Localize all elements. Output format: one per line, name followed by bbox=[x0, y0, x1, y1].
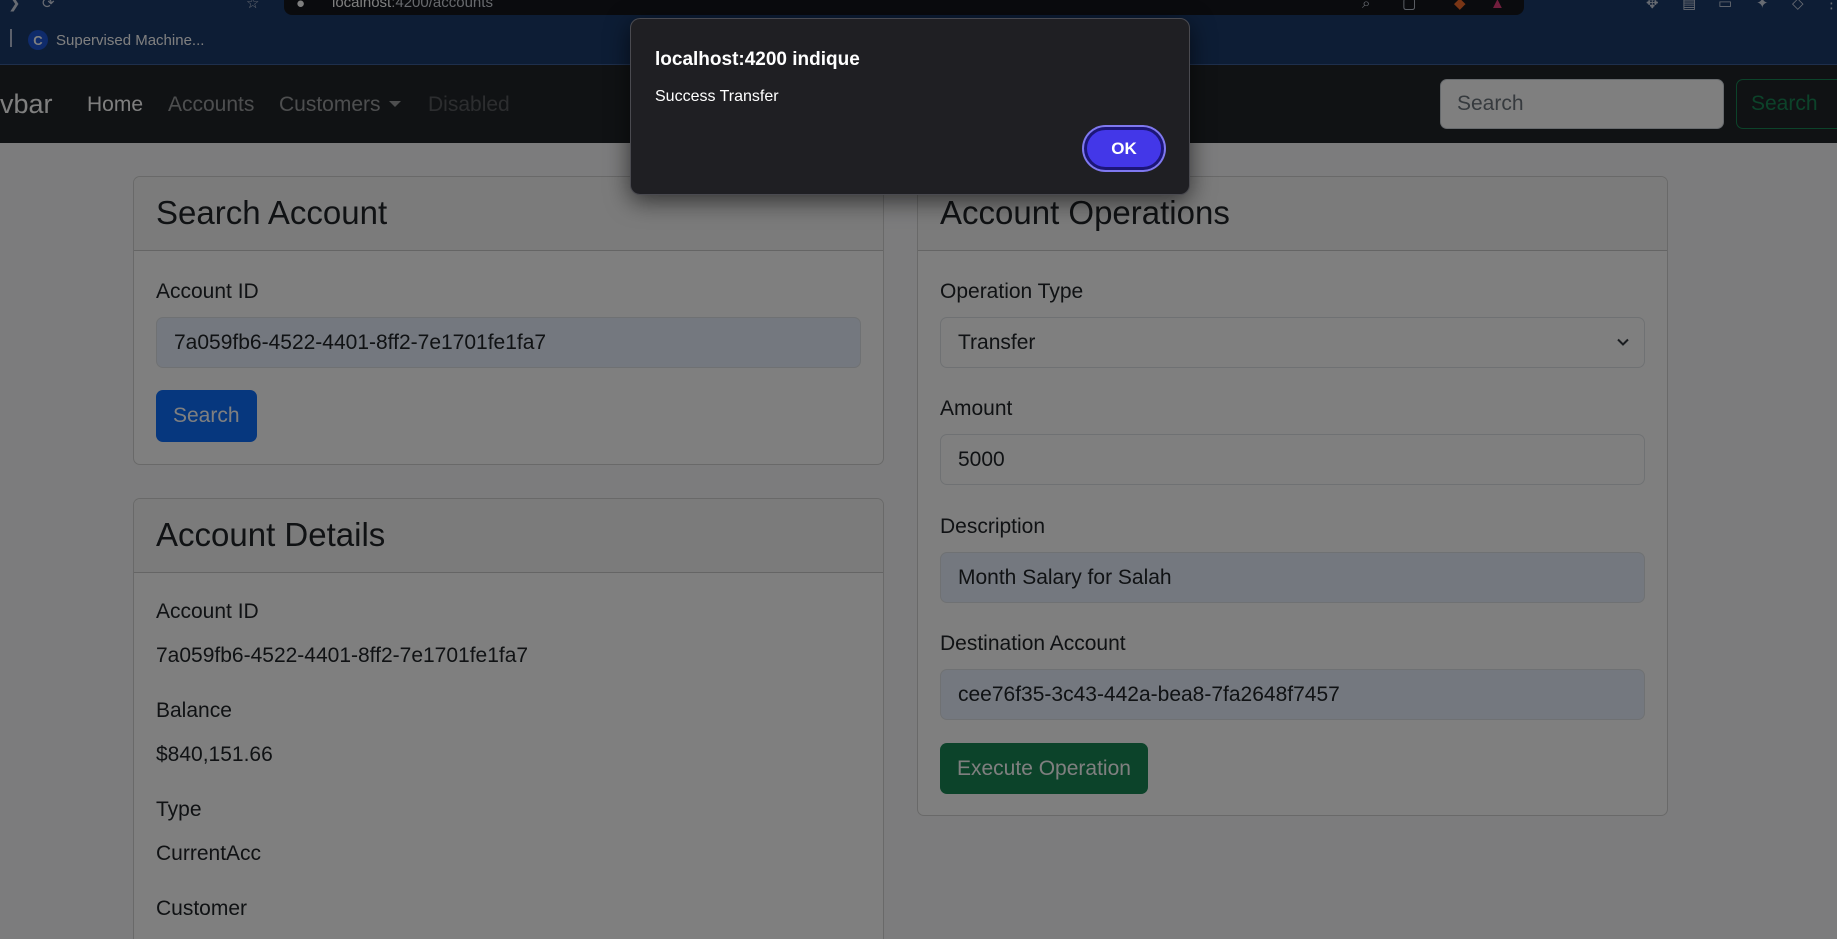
alert-dialog: localhost:4200 indique Success Transfer … bbox=[630, 18, 1190, 195]
alert-message: Success Transfer bbox=[655, 88, 779, 105]
ok-button[interactable]: OK bbox=[1084, 127, 1164, 170]
alert-title: localhost:4200 indique bbox=[655, 49, 860, 70]
